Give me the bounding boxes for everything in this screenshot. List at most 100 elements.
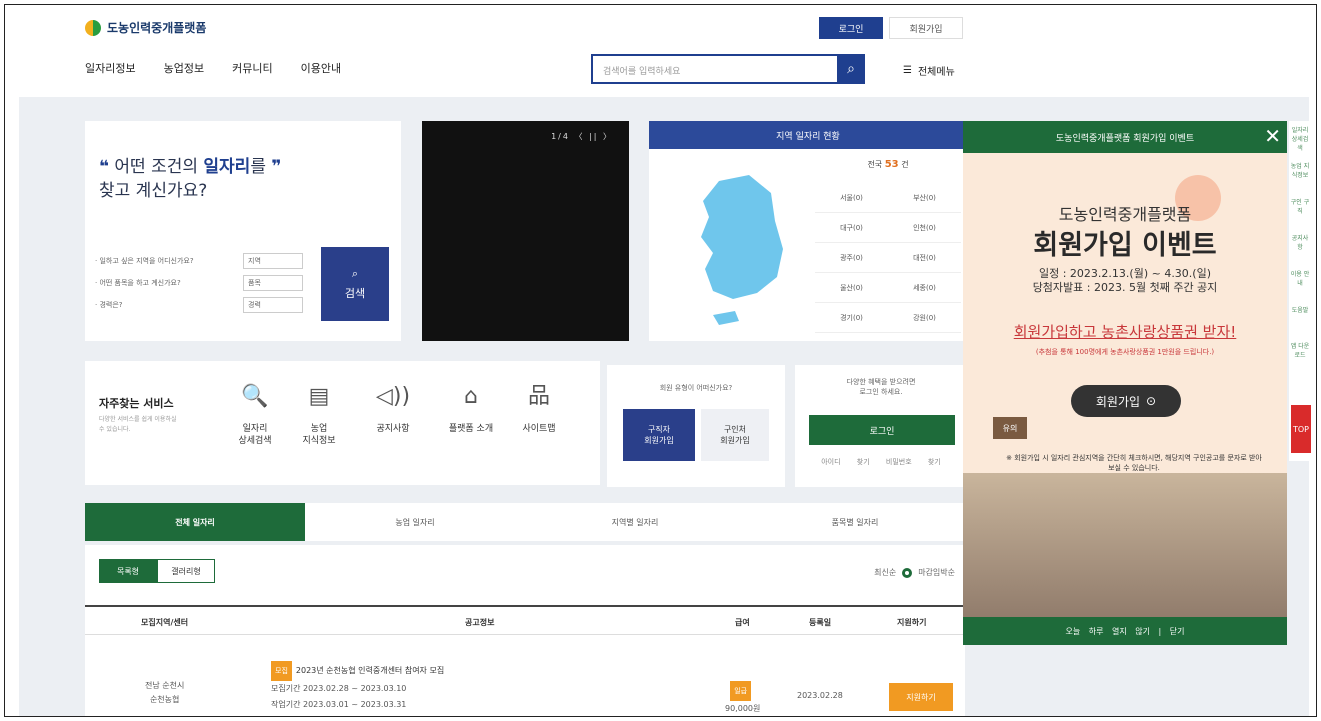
sitemap-icon: 品 [527,384,550,409]
popup-footer[interactable]: 오늘 하루 열지 않기 | 닫기 [963,617,1287,645]
region-jobs-card: 지역 일자리 현황 전국 53 건 서울(0) 부산(0) 대구(0) 인천(0… [649,121,967,341]
region-cell[interactable]: 울산(0) [815,273,888,303]
korea-map[interactable] [679,171,789,331]
tab-all-jobs[interactable]: 전체 일자리 [85,503,305,541]
view-toggle: 목록형 갤러리형 [99,559,215,583]
search-doc-icon: 🔍 [241,384,269,409]
video-counter: 1/4 [551,132,570,141]
region-cell[interactable]: 대전(0) [888,243,961,273]
sort-latest[interactable]: 최신순 [874,567,896,578]
total-unit: 건 [901,160,909,169]
find-account-links[interactable]: 아이디 찾기 비밀번호 찾기 [795,457,967,467]
popup-join-button[interactable]: 회원가입 ⊙ [1071,385,1181,417]
region-cell[interactable]: 경기(0) [815,303,888,333]
region-cell[interactable]: 광주(0) [815,243,888,273]
total-label: 전국 [867,160,883,169]
sort-options: 최신순 마감임박순 [874,567,955,578]
quote-open-icon: ❝ [99,157,109,177]
popup-promo: 회원가입하고 농촌사랑상품권 받자! [1013,323,1237,341]
apply-button[interactable]: 지원하기 [889,683,953,711]
career-select[interactable]: 경력 [243,297,303,313]
region-cell[interactable]: 강원(0) [888,303,961,333]
search-button[interactable]: ⌕ [837,54,865,84]
nav-item-agri[interactable]: 농업정보 [164,60,204,76]
search-icon: ⌕ [351,267,359,280]
all-menu-button[interactable]: ☰ 전체메뉴 [903,63,955,78]
quick-menu-item[interactable]: 농업 지식정보 [1289,157,1311,193]
quick-menu-item[interactable]: 공지사항 [1289,229,1311,265]
nav-item-guide[interactable]: 이용안내 [301,60,341,76]
logo-text: 도농인력중개플랫폼 [107,21,207,35]
region-select[interactable]: 지역 [243,253,303,269]
quick-menu-item[interactable]: 일자리 상세검색 [1289,121,1311,157]
popup-join-label: 회원가입 [1095,394,1141,409]
region-total: 전국 53 건 [815,159,961,170]
row-title[interactable]: 2023년 순천농협 인력중개센터 참여자 모집 [296,666,444,675]
popup-date1: 일정 : 2023.2.13.(월) ~ 4.30.(일) [1038,267,1212,280]
quick-menu-item[interactable]: 구인 구직 [1289,193,1311,229]
service-detail-search[interactable]: 🔍 일자리 상세검색 [225,384,285,447]
item-select[interactable]: 품목 [243,275,303,291]
region-cell[interactable]: 인천(0) [888,213,961,243]
tab-item-jobs[interactable]: 품목별 일자리 [745,503,965,541]
quick-search-button[interactable]: ⌕ 검색 [321,247,389,321]
quick-search-title: ❝ 어떤 조건의 일자리를 ❞ 찾고 계신가요? [99,155,281,203]
promo-video[interactable]: 1/4 〈 || 〉 [422,121,629,341]
service-agri-info[interactable]: ▤ 농업 지식정보 [289,386,349,447]
pay-type-badge: 일급 [730,681,752,701]
tab-agri-jobs[interactable]: 농업 일자리 [305,503,525,541]
popup-promo-note: (추첨을 통해 100명에게 농촌사랑상품권 1만원을 드립니다.) [1035,348,1215,356]
quick-menu-item[interactable]: 이용 안내 [1289,265,1311,301]
close-icon[interactable]: ✕ [1264,125,1281,147]
region-grid: 서울(0) 부산(0) 대구(0) 인천(0) 광주(0) 대전(0) 울산(0… [815,183,961,333]
nav-item-community[interactable]: 커뮤니티 [232,60,272,76]
row-work-period: 작업기간 2023.03.01 ~ 2023.03.31 [271,700,407,709]
header-login-button[interactable]: 로그인 [819,17,883,39]
quick-search-card: ❝ 어떤 조건의 일자리를 ❞ 찾고 계신가요? · 일하고 싶은 지역을 어디… [85,121,401,341]
member-type-card: 회원 유형이 어떠신가요? 구직자 회원가입 구인처 회원가입 [607,365,785,487]
region-cell[interactable]: 부산(0) [888,183,961,213]
view-gallery-button[interactable]: 갤러리형 [157,559,215,583]
region-cell[interactable]: 대구(0) [815,213,888,243]
employer-join-button[interactable]: 구인처 회원가입 [701,409,769,461]
table-row[interactable]: 전남 순천시 순천농협 모집 2023년 순천농협 인력중개센터 참여자 모집 모… [85,645,965,716]
quick-menu-item[interactable]: 앱 다운로드 [1289,337,1311,373]
frequent-services-card: 자주찾는 서비스 다양한 서비스를 쉽게 이용하실 수 있습니다. 🔍 일자리 … [85,361,600,485]
popup-subtitle: 도농인력중개플랫폼 [1058,205,1192,224]
video-controls[interactable]: 1/4 〈 || 〉 [551,131,613,142]
nav-item-jobs[interactable]: 일자리정보 [85,60,136,76]
search-input[interactable]: 검색어를 입력하세요 [591,54,839,84]
main-nav: 일자리정보 농업정보 커뮤니티 이용안내 [85,60,341,76]
login-button[interactable]: 로그인 [809,415,955,445]
service-platform-intro[interactable]: ⌂ 플랫폼 소개 [441,386,501,435]
view-list-button[interactable]: 목록형 [99,559,157,583]
region-cell[interactable]: 서울(0) [815,183,888,213]
quick-search-button-label: 검색 [344,287,366,300]
radio-icon[interactable] [902,567,913,578]
service-notice[interactable]: ◁)) 공지사항 [363,384,423,435]
search-icon: ⌕ [847,61,855,77]
region-cell[interactable]: 세종(0) [888,273,961,303]
header-join-button[interactable]: 회원가입 [889,17,963,39]
video-nav[interactable]: 〈 || 〉 [575,132,613,141]
service-label: 사이트맵 [522,424,556,434]
title-pre: 어떤 조건의 [114,157,204,177]
megaphone-icon: ◁)) [375,384,411,409]
row-pay: 일급 90,000원 [725,681,761,716]
row-pay-value: 90,000원 [725,704,761,713]
service-sitemap[interactable]: 品 사이트맵 [509,384,569,435]
tab-region-jobs[interactable]: 지역별 일자리 [525,503,745,541]
sort-deadline[interactable]: 마감임박순 [918,567,955,578]
services-desc: 다양한 서비스를 쉽게 이용하실 수 있습니다. [99,416,177,433]
quick-row-career: · 경력은? 경력 [95,297,303,313]
col-region: 모집지역/센터 [141,618,189,627]
quick-menu-item[interactable]: 도움말 [1289,301,1311,337]
table-header: 모집지역/센터 공고정보 급여 등록일 지원하기 [85,605,965,635]
top-button[interactable]: TOP [1291,405,1311,453]
row-center-name: 순천농협 [149,695,180,704]
seeker-join-button[interactable]: 구직자 회원가입 [623,409,695,461]
site-logo[interactable]: 도농인력중개플랫폼 [85,19,206,36]
logo-icon [85,19,101,36]
quote-close-icon: ❞ [271,157,282,177]
popup-note: ※ 회원가입 시 일자리 관심지역을 간단히 체크하시면, 해당지역 구인공고를… [1006,454,1262,472]
